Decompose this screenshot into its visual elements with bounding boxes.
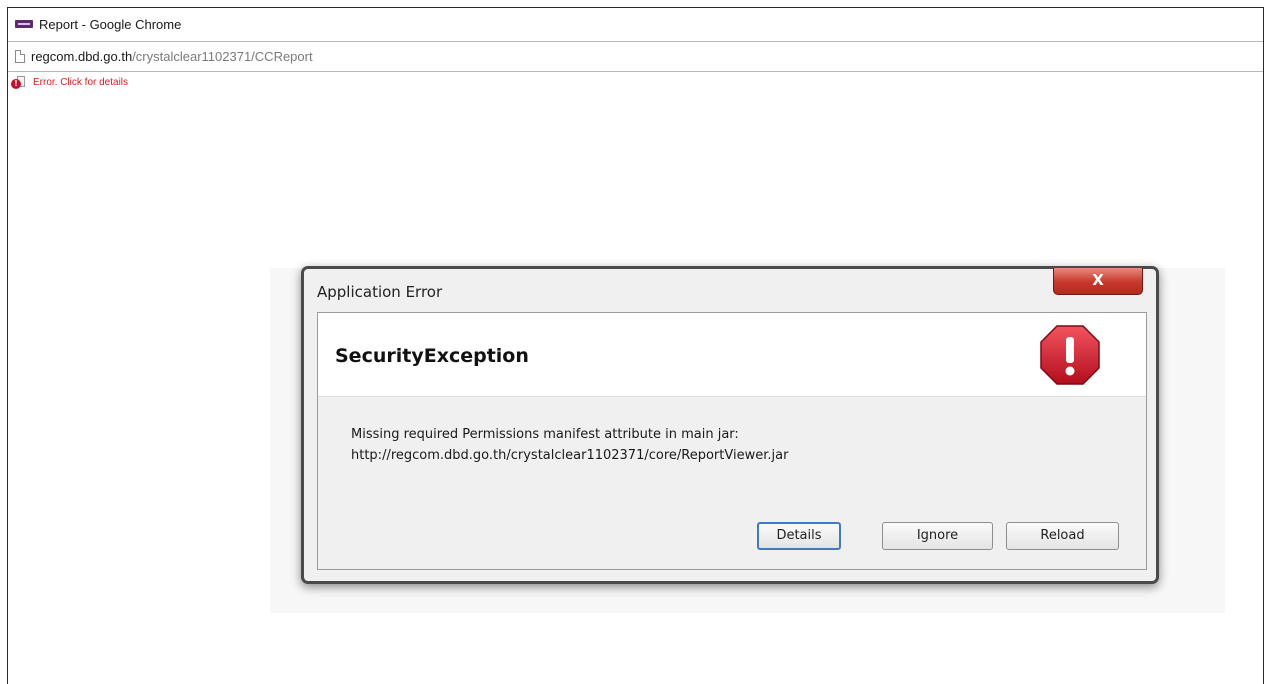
- dialog-content: SecurityException Missing required Permi…: [317, 312, 1147, 570]
- stop-warning-icon: [1040, 325, 1100, 385]
- reload-button[interactable]: Reload: [1006, 522, 1119, 550]
- url-text[interactable]: regcom.dbd.go.th/crystalclear1102371/CCR…: [31, 49, 313, 64]
- exception-title: SecurityException: [335, 345, 529, 367]
- page-icon: [15, 50, 25, 63]
- title-bar: Report - Google Chrome: [8, 8, 1263, 40]
- ignore-button[interactable]: Ignore: [882, 522, 993, 550]
- app-favicon-icon: [15, 20, 33, 28]
- dialog-header: SecurityException: [318, 313, 1146, 397]
- dialog-title: Application Error: [317, 283, 443, 301]
- url-host: regcom.dbd.go.th: [31, 49, 133, 64]
- error-text[interactable]: Error. Click for details: [33, 77, 128, 88]
- message-line-1: Missing required Permissions manifest at…: [351, 427, 739, 442]
- error-message: Missing required Permissions manifest at…: [351, 424, 788, 466]
- message-line-2: http://regcom.dbd.go.th/crystalclear1102…: [351, 448, 789, 463]
- error-icon: !: [11, 75, 27, 89]
- details-button[interactable]: Details: [757, 522, 841, 550]
- application-error-dialog: Application Error X SecurityException Mi…: [301, 266, 1159, 584]
- applet-error-link[interactable]: ! Error. Click for details: [11, 75, 128, 89]
- close-button[interactable]: X: [1053, 268, 1143, 295]
- address-bar[interactable]: regcom.dbd.go.th/crystalclear1102371/CCR…: [8, 41, 1263, 72]
- window-title: Report - Google Chrome: [39, 16, 182, 32]
- url-path: /crystalclear1102371/CCReport: [132, 49, 313, 64]
